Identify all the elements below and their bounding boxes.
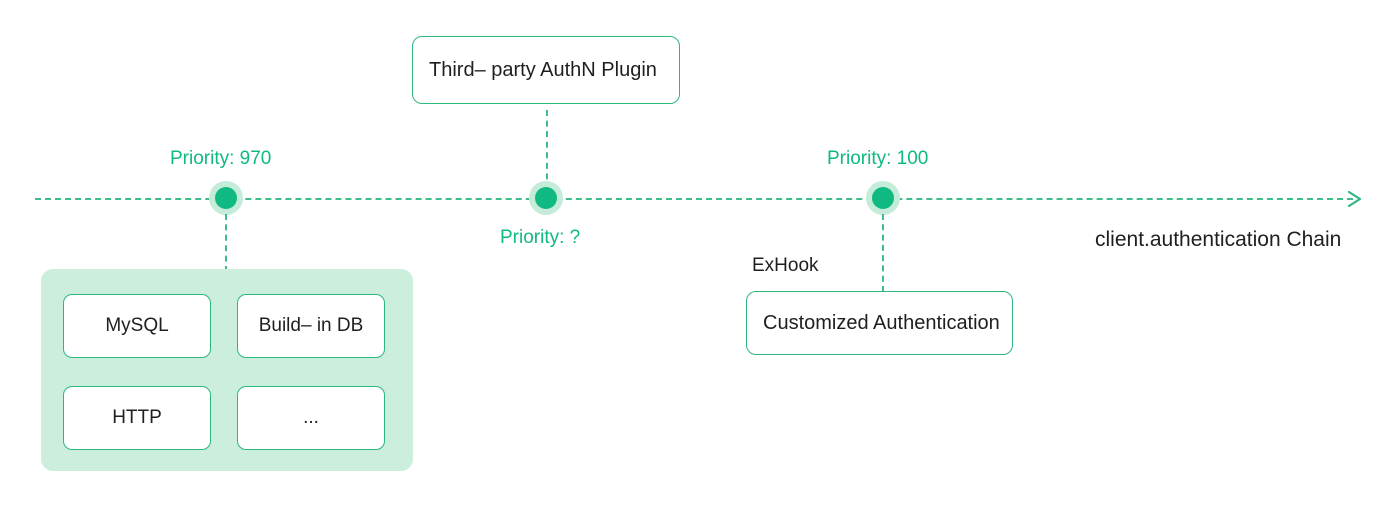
priority-label-970: Priority: 970 xyxy=(170,148,272,169)
card-label: Third– party AuthN Plugin xyxy=(429,58,657,81)
group-card-label: HTTP xyxy=(112,407,162,428)
node-priority-unknown[interactable] xyxy=(529,181,563,215)
group-card-label: Build– in DB xyxy=(258,315,364,336)
diagram-canvas: Third– party AuthN Plugin Priority: 970 … xyxy=(0,0,1400,511)
group-card-http[interactable]: HTTP xyxy=(63,386,216,455)
group-card-label: ... xyxy=(303,407,319,428)
backend-authenticator-group: MySQL Build– in DB HTTP ... xyxy=(41,269,413,471)
connector-node100-to-customized-auth xyxy=(882,214,884,292)
priority-label-unknown: Priority: ? xyxy=(500,227,581,248)
group-card-more[interactable]: ... xyxy=(237,386,390,455)
priority-label-100: Priority: 100 xyxy=(827,148,929,169)
group-card-build-in-db[interactable]: Build– in DB xyxy=(237,294,390,363)
group-card-label: MySQL xyxy=(105,315,169,336)
card-customized-authentication[interactable]: Customized Authentication xyxy=(746,291,1019,361)
group-card-mysql[interactable]: MySQL xyxy=(63,294,216,363)
node-priority-100[interactable] xyxy=(866,181,900,215)
card-third-party-authn-plugin[interactable]: Third– party AuthN Plugin xyxy=(412,36,686,110)
chain-axis-label: client.authentication Chain xyxy=(1095,228,1342,251)
card-label: Customized Authentication xyxy=(763,311,1000,334)
connector-node970-to-backend-group xyxy=(225,214,227,272)
exhook-label: ExHook xyxy=(752,255,819,276)
connector-plugin-to-node xyxy=(546,110,548,190)
node-priority-970[interactable] xyxy=(209,181,243,215)
arrow-right-icon xyxy=(1347,190,1362,208)
